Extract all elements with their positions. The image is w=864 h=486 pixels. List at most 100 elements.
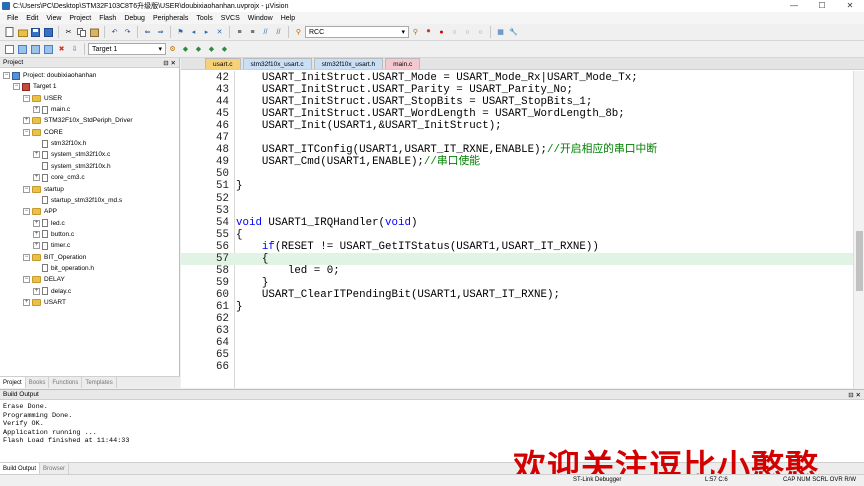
target-select[interactable]: Target 1 ▾ (88, 43, 166, 55)
code-area[interactable]: 42 USART_InitStruct.USART_Mode = USART_M… (181, 71, 853, 388)
tab-functions[interactable]: Functions (49, 377, 83, 388)
batch-build-icon[interactable] (43, 44, 54, 55)
expand-icon[interactable]: + (33, 219, 40, 227)
panel-close-icon[interactable]: ⊟ ✕ (848, 391, 861, 399)
select-packs-icon[interactable]: ◆ (206, 44, 217, 55)
target-options-icon[interactable]: ⚙ (167, 44, 178, 55)
kill-breakpoints-icon[interactable]: ○ (475, 27, 486, 38)
menu-view[interactable]: View (42, 15, 65, 22)
uncomment-icon[interactable]: // (273, 27, 284, 38)
tree-item[interactable]: − APP (23, 206, 57, 217)
tree-item[interactable]: − USER (23, 93, 62, 104)
tree-item[interactable]: − CORE (23, 127, 63, 138)
panel-close-icon[interactable]: ⊟ ✕ (163, 59, 176, 67)
comment-icon[interactable]: // (260, 27, 271, 38)
disable-breakpoint-icon[interactable]: ○ (449, 27, 460, 38)
copy-icon[interactable] (76, 27, 87, 38)
window-layout-icon[interactable]: ▦ (495, 27, 506, 38)
tree-item[interactable]: stm32f10x.h (33, 138, 86, 149)
search-combo[interactable]: RCC ▾ (305, 26, 409, 38)
tree-item[interactable]: + button.c (33, 229, 74, 240)
manage-project-icon[interactable]: ◆ (180, 44, 191, 55)
tree-item[interactable]: − startup (23, 184, 64, 195)
cut-icon[interactable]: ✂ (63, 27, 74, 38)
bookmark-clear-icon[interactable]: ✕ (214, 27, 225, 38)
tree-item[interactable]: − DELAY (23, 274, 65, 285)
settings-icon[interactable]: 🔧 (508, 27, 519, 38)
menu-debug[interactable]: Debug (120, 15, 149, 22)
tree-item[interactable]: system_stm32f10x.h (33, 161, 111, 172)
tree-item[interactable]: + main.c (33, 104, 70, 115)
menu-window[interactable]: Window (244, 15, 277, 22)
collapse-icon[interactable]: − (23, 253, 30, 261)
tree-item[interactable]: + timer.c (33, 240, 70, 251)
editor-scrollbar[interactable] (853, 71, 864, 388)
tree-item[interactable]: + delay.c (33, 286, 71, 297)
scrollbar-thumb[interactable] (856, 231, 863, 291)
undo-icon[interactable]: ↶ (109, 27, 120, 38)
expand-icon[interactable]: + (23, 117, 30, 125)
bookmark-icon[interactable]: ⚑ (175, 27, 186, 38)
stop-build-icon[interactable]: ✖ (56, 44, 67, 55)
menu-file[interactable]: File (3, 15, 22, 22)
indent-icon[interactable]: ≡ (234, 27, 245, 38)
rebuild-icon[interactable] (30, 44, 41, 55)
tab-browser[interactable]: Browser (40, 463, 70, 474)
close-button[interactable]: ✕ (836, 0, 864, 12)
tab-project[interactable]: Project (0, 377, 26, 388)
tree-item[interactable]: bit_operation.h (33, 263, 94, 274)
tree-item[interactable]: − Target 1 (13, 81, 57, 92)
build-icon[interactable] (17, 44, 28, 55)
debug-session-icon[interactable]: ⏺ (423, 27, 434, 38)
expand-icon[interactable]: + (33, 287, 40, 295)
breakpoint-icon[interactable]: ● (436, 27, 447, 38)
nav-back-icon[interactable]: ⇐ (142, 27, 153, 38)
translate-icon[interactable] (4, 44, 15, 55)
expand-icon[interactable]: + (33, 242, 40, 250)
tab-templates[interactable]: Templates (82, 377, 117, 388)
tree-item[interactable]: + system_stm32f10x.c (33, 149, 110, 160)
download-icon[interactable]: ⇩ (69, 44, 80, 55)
tab-books[interactable]: Books (26, 377, 50, 388)
paste-icon[interactable] (89, 27, 100, 38)
collapse-icon[interactable]: − (13, 83, 20, 91)
collapse-icon[interactable]: − (23, 94, 30, 102)
unindent-icon[interactable]: ≡ (247, 27, 258, 38)
tree-item[interactable]: − BIT_Operation (23, 252, 86, 263)
tab-stm32f10x-usart-h[interactable]: stm32f10x_usart.h (313, 58, 384, 69)
open-folder-icon[interactable] (17, 27, 28, 38)
menu-project[interactable]: Project (65, 15, 95, 22)
menu-peripherals[interactable]: Peripherals (149, 15, 192, 22)
tree-item[interactable]: − Project: doubixiaohanhan (3, 70, 96, 81)
save-all-icon[interactable] (43, 27, 54, 38)
bookmark-next-icon[interactable]: ▸ (201, 27, 212, 38)
bookmark-prev-icon[interactable]: ◂ (188, 27, 199, 38)
clear-breakpoints-icon[interactable]: ○ (462, 27, 473, 38)
new-file-icon[interactable] (4, 27, 15, 38)
save-icon[interactable] (30, 27, 41, 38)
menu-tools[interactable]: Tools (192, 15, 216, 22)
menu-flash[interactable]: Flash (95, 15, 120, 22)
tree-item[interactable]: startup_stm32f10x_md.s (33, 195, 122, 206)
manage-components-icon[interactable]: ◆ (193, 44, 204, 55)
tab-build-output[interactable]: Build Output (0, 463, 41, 474)
menu-help[interactable]: Help (277, 15, 299, 22)
find-in-files-icon[interactable]: ⚲ (293, 27, 304, 38)
expand-icon[interactable]: + (23, 299, 30, 306)
collapse-icon[interactable]: − (3, 72, 10, 79)
collapse-icon[interactable]: − (23, 208, 30, 216)
tab-stm32f10x-usart-c[interactable]: stm32f10x_usart.c (242, 58, 312, 69)
tab-usart-c[interactable]: usart.c (205, 58, 241, 69)
collapse-icon[interactable]: − (23, 185, 30, 193)
redo-icon[interactable]: ↷ (122, 27, 133, 38)
tree-item[interactable]: + USART (23, 297, 66, 308)
maximize-button[interactable]: ☐ (808, 0, 836, 12)
expand-icon[interactable]: + (33, 151, 40, 159)
expand-icon[interactable]: + (33, 106, 40, 114)
tab-main-c[interactable]: main.c (385, 58, 421, 69)
collapse-icon[interactable]: − (23, 276, 30, 284)
expand-icon[interactable]: + (33, 174, 40, 182)
menu-svcs[interactable]: SVCS (217, 15, 244, 22)
tree-item[interactable]: + STM32F10x_StdPeriph_Driver (23, 115, 133, 126)
pack-installer-icon[interactable]: ◆ (219, 44, 230, 55)
